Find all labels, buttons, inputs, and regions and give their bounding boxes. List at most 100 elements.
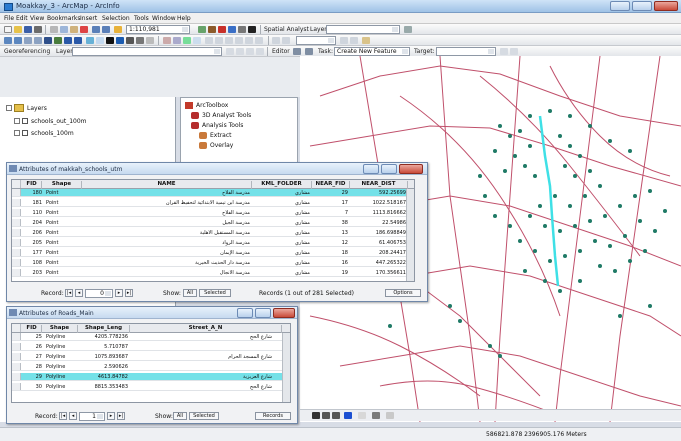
- records-button[interactable]: Records: [255, 412, 291, 420]
- histogram-icon[interactable]: [404, 26, 412, 33]
- last-record-button[interactable]: ▸|: [117, 412, 125, 420]
- next-record-button[interactable]: ▸: [107, 412, 115, 420]
- table-close-button[interactable]: [273, 308, 295, 318]
- find-icon[interactable]: [126, 37, 134, 44]
- select-elements-icon[interactable]: [106, 37, 114, 44]
- attribute-grid[interactable]: FID Shape NAME KML_FOLDER NEAR_FID NEAR_…: [11, 179, 415, 282]
- command-line-icon[interactable]: [228, 26, 236, 33]
- data-view-icon[interactable]: [183, 37, 191, 44]
- table-row[interactable]: 177 Point مدرسة الإيمان مشاري 18 208.24417: [12, 249, 414, 257]
- first-record-button[interactable]: |◂: [65, 289, 73, 297]
- font-color-icon[interactable]: [344, 412, 352, 419]
- column-header-shape[interactable]: Shape: [42, 325, 78, 333]
- copy-icon[interactable]: [60, 26, 68, 33]
- italic-icon[interactable]: [322, 412, 330, 419]
- row-selector[interactable]: [12, 343, 21, 350]
- print-icon[interactable]: [34, 26, 42, 33]
- row-selector[interactable]: [12, 259, 21, 266]
- layer-checkbox[interactable]: [22, 118, 28, 124]
- column-header-near-fid[interactable]: NEAR_FID: [312, 181, 350, 189]
- editor-menu[interactable]: Editor: [272, 48, 290, 55]
- table-minimize-button[interactable]: [363, 164, 379, 174]
- close-button[interactable]: [654, 1, 678, 11]
- table-row[interactable]: 25 Polyline 4205.778236 شارع الحج: [12, 333, 290, 341]
- layout-view-icon[interactable]: [173, 37, 181, 44]
- previous-record-button[interactable]: ◂: [75, 289, 83, 297]
- menu-bookmarks[interactable]: Bookmarks: [47, 15, 81, 22]
- target-combo[interactable]: [436, 47, 496, 56]
- edit-tool-icon[interactable]: [163, 37, 171, 44]
- column-header-shape[interactable]: Shape: [42, 181, 82, 189]
- table-title-bar[interactable]: Attributes of makkah_schools_utm: [7, 163, 427, 175]
- show-selected-button[interactable]: Selected: [199, 289, 231, 297]
- menu-insert[interactable]: Insert: [80, 15, 97, 22]
- pan-icon[interactable]: [44, 37, 52, 44]
- column-header-name[interactable]: NAME: [82, 181, 252, 189]
- row-selector[interactable]: [12, 219, 21, 226]
- table-maximize-button[interactable]: [381, 164, 397, 174]
- spatial-analyst-layer-combo[interactable]: [326, 25, 400, 34]
- toolbox-item-3d-analyst[interactable]: 3D Analyst Tools: [202, 112, 251, 119]
- table-row[interactable]: 26 Polyline 5.710787: [12, 343, 290, 351]
- redo-icon[interactable]: [102, 26, 110, 33]
- new-document-icon[interactable]: [4, 26, 12, 33]
- tool-3-icon[interactable]: [225, 37, 233, 44]
- georef-tool-4-icon[interactable]: [256, 48, 264, 55]
- last-record-button[interactable]: ▸|: [125, 289, 133, 297]
- table-maximize-button[interactable]: [255, 308, 271, 318]
- show-all-button[interactable]: All: [173, 412, 187, 420]
- fill-color-icon[interactable]: [358, 412, 366, 419]
- tool-5-icon[interactable]: [245, 37, 253, 44]
- previous-record-button[interactable]: ◂: [69, 412, 77, 420]
- spatial-analyst-menu[interactable]: Spatial Analyst: [264, 26, 309, 33]
- toc-expand-icon[interactable]: [14, 118, 20, 124]
- menu-view[interactable]: View: [30, 15, 44, 22]
- arccatalog-icon[interactable]: [208, 26, 216, 33]
- menu-tools[interactable]: Tools: [134, 15, 149, 22]
- edit-sketch-icon[interactable]: [293, 48, 301, 55]
- table-row[interactable]: 28 Polyline 2.590626: [12, 363, 290, 371]
- row-selector[interactable]: [12, 239, 21, 246]
- paste-icon[interactable]: [70, 26, 78, 33]
- fixed-zoom-in-icon[interactable]: [24, 37, 32, 44]
- line-color-icon[interactable]: [372, 412, 380, 419]
- table-row[interactable]: 203 Point مدرسة الأنجال مشاري 19 170.356611: [12, 269, 414, 277]
- hyperlink-icon[interactable]: [146, 37, 154, 44]
- show-all-button[interactable]: All: [183, 289, 197, 297]
- tool-6-icon[interactable]: [255, 37, 263, 44]
- back-extent-icon[interactable]: [64, 37, 72, 44]
- tool-2-icon[interactable]: [215, 37, 223, 44]
- table-row[interactable]: 206 Point مدرسة المستقبل الأهلية مشاري 13 186…: [12, 229, 414, 237]
- row-selector[interactable]: [12, 363, 21, 370]
- toolbox-root-label[interactable]: ArcToolbox: [196, 102, 228, 109]
- row-selector[interactable]: [12, 353, 21, 360]
- first-record-button[interactable]: |◂: [59, 412, 67, 420]
- tool-1-icon[interactable]: [205, 37, 213, 44]
- table-vertical-scrollbar[interactable]: [282, 333, 290, 402]
- table-minimize-button[interactable]: [237, 308, 253, 318]
- menu-file[interactable]: File: [4, 15, 14, 22]
- underline-icon[interactable]: [332, 412, 340, 419]
- map-scale-combo[interactable]: 1:110,981: [126, 25, 190, 34]
- tool-4-icon[interactable]: [235, 37, 243, 44]
- tool-11-icon[interactable]: [362, 37, 370, 44]
- menu-help[interactable]: Help: [177, 15, 191, 22]
- model-builder-icon[interactable]: [238, 26, 246, 33]
- clear-selection-icon[interactable]: [96, 37, 104, 44]
- row-selector[interactable]: [12, 209, 21, 216]
- rotate-tool-icon[interactable]: [510, 48, 518, 55]
- table-row[interactable]: 108 Point مدرسة دار الحديث الخيرية مشاري 16 4…: [12, 259, 414, 267]
- table-vertical-scrollbar[interactable]: [406, 189, 414, 281]
- georef-layer-combo[interactable]: [72, 47, 222, 56]
- row-selector[interactable]: [12, 373, 21, 380]
- add-data-icon[interactable]: [114, 26, 122, 33]
- toc-expand-icon[interactable]: [14, 130, 20, 136]
- options-button[interactable]: Options: [385, 289, 421, 297]
- tool-9-icon[interactable]: [340, 37, 348, 44]
- georef-tool-2-icon[interactable]: [236, 48, 244, 55]
- column-header-fid[interactable]: FID: [22, 181, 42, 189]
- fixed-zoom-out-icon[interactable]: [34, 37, 42, 44]
- attribute-grid[interactable]: FID Shape Shape_Leng Street_A_N 25 Polyli…: [11, 323, 291, 403]
- task-combo[interactable]: Create New Feature: [334, 47, 410, 56]
- menu-edit[interactable]: Edit: [16, 15, 28, 22]
